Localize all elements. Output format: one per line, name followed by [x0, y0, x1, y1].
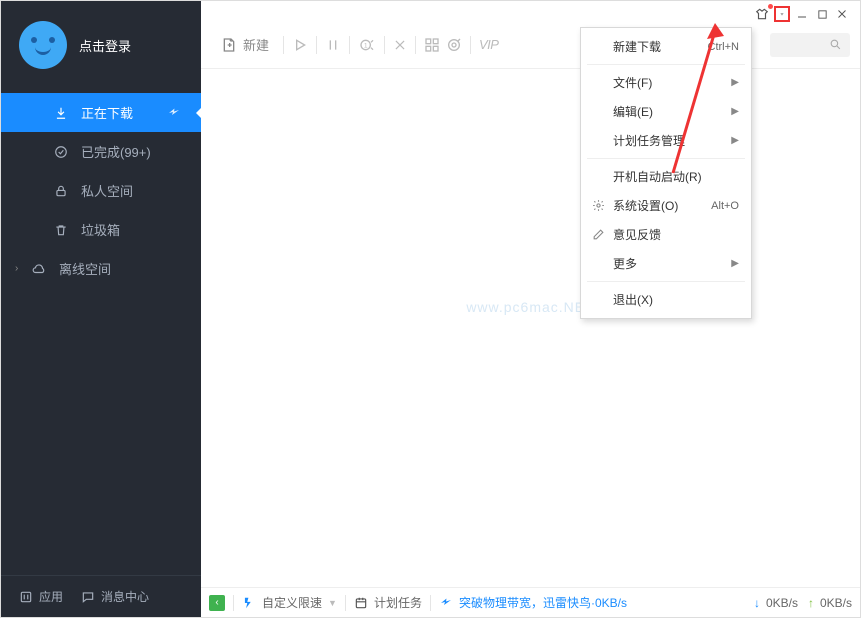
chat-icon — [81, 590, 95, 604]
priority-icon[interactable]: 1 — [358, 37, 376, 53]
menu-item-new-download[interactable]: 新建下载 Ctrl+N — [581, 32, 751, 61]
sidebar-item-label: 离线空间 — [59, 259, 111, 278]
trash-icon — [53, 222, 69, 238]
skin-icon[interactable] — [754, 6, 770, 22]
sidebar-item-label: 已完成(99+) — [81, 142, 151, 161]
download-speed: ↓ 0KB/s — [754, 596, 798, 610]
messages-button[interactable]: 消息中心 — [81, 588, 149, 605]
main-area: 新建 1 VIP www.pc6mac.NET — [201, 1, 860, 617]
swift-icon — [167, 107, 181, 119]
sidebar-bottom: 应用 消息中心 — [1, 575, 201, 617]
menu-item-file[interactable]: 文件(F) ▶ — [581, 68, 751, 97]
delete-icon[interactable] — [393, 38, 407, 52]
titlebar — [201, 1, 860, 27]
sidebar-item-label: 正在下载 — [81, 103, 133, 122]
chevron-right-icon: ▶ — [731, 135, 739, 146]
menu-item-autostart[interactable]: 开机自动启动(R) — [581, 162, 751, 191]
chevron-right-icon: ▶ — [731, 258, 739, 269]
close-button[interactable] — [834, 6, 850, 22]
separator — [283, 36, 284, 54]
sidebar-item-trash[interactable]: 垃圾箱 — [1, 210, 201, 249]
search-icon — [829, 38, 842, 51]
main-menu: 新建下载 Ctrl+N 文件(F) ▶ 编辑(E) ▶ 计划任务管理 ▶ — [580, 27, 752, 319]
sidebar-item-label: 私人空间 — [81, 181, 133, 200]
minimize-button[interactable] — [794, 6, 810, 22]
menu-dropdown-button[interactable] — [774, 6, 790, 22]
status-bar: ‹ 自定义限速 ▼ 计划任务 突破物理带宽，迅雷快 — [201, 587, 860, 617]
search-input[interactable] — [770, 33, 850, 57]
check-circle-icon — [53, 144, 69, 160]
svg-text:1: 1 — [364, 42, 368, 49]
chevron-right-icon: ▶ — [731, 77, 739, 88]
sidebar-item-downloading[interactable]: 正在下载 — [1, 93, 201, 132]
scheduled-tasks-button[interactable]: 计划任务 — [354, 594, 422, 611]
play-icon[interactable] — [292, 37, 308, 53]
lock-icon — [53, 183, 69, 199]
watermark-text: www.pc6mac.NET — [466, 299, 594, 315]
promo-link[interactable]: 突破物理带宽，迅雷快鸟·0KB/s — [439, 594, 627, 611]
chevron-right-icon: › — [15, 263, 18, 274]
status-expand-icon[interactable]: ‹ — [209, 595, 225, 611]
grid-icon[interactable] — [424, 37, 440, 53]
up-arrow-icon: ↑ — [808, 596, 814, 610]
content-area: www.pc6mac.NET — [201, 69, 860, 587]
down-arrow-icon: ↓ — [754, 596, 760, 610]
sidebar-item-completed[interactable]: 已完成(99+) — [1, 132, 201, 171]
apps-label: 应用 — [39, 588, 63, 605]
sidebar-item-offline[interactable]: › 离线空间 — [1, 249, 201, 288]
download-icon — [53, 105, 69, 121]
menu-item-more[interactable]: 更多 ▶ — [581, 249, 751, 278]
user-area[interactable]: 点击登录 — [1, 1, 201, 93]
chevron-right-icon: ▶ — [731, 106, 739, 117]
vip-icon[interactable]: VIP — [479, 37, 498, 52]
new-label: 新建 — [243, 35, 269, 54]
menu-item-settings[interactable]: 系统设置(O) Alt+O — [581, 191, 751, 220]
cloud-icon — [31, 261, 47, 277]
avatar[interactable] — [19, 21, 67, 69]
target-icon[interactable] — [446, 37, 462, 53]
messages-label: 消息中心 — [101, 588, 149, 605]
sidebar-nav: 正在下载 已完成(99+) 私人空间 — [1, 93, 201, 575]
gear-icon — [591, 199, 605, 212]
new-plus-icon — [221, 37, 237, 53]
app-icon — [19, 590, 33, 604]
login-button[interactable]: 点击登录 — [79, 36, 131, 55]
edit-icon — [591, 228, 605, 241]
new-task-button[interactable]: 新建 — [215, 31, 275, 58]
sidebar-item-private[interactable]: 私人空间 — [1, 171, 201, 210]
menu-item-exit[interactable]: 退出(X) — [581, 285, 751, 314]
sidebar-item-label: 垃圾箱 — [81, 220, 120, 239]
chevron-down-icon: ▼ — [328, 598, 337, 608]
swift-icon — [439, 597, 453, 609]
toolbar: 新建 1 VIP — [201, 27, 860, 69]
speed-limit-button[interactable]: 自定义限速 ▼ — [242, 594, 337, 611]
calendar-icon — [354, 596, 368, 610]
upload-speed: ↑ 0KB/s — [808, 596, 852, 610]
speed-icon — [242, 596, 256, 610]
maximize-button[interactable] — [814, 6, 830, 22]
pause-icon[interactable] — [325, 37, 341, 53]
apps-button[interactable]: 应用 — [19, 588, 63, 605]
menu-item-edit[interactable]: 编辑(E) ▶ — [581, 97, 751, 126]
sidebar: 点击登录 正在下载 已完成(99+) — [1, 1, 201, 617]
menu-item-schedule[interactable]: 计划任务管理 ▶ — [581, 126, 751, 155]
menu-item-feedback[interactable]: 意见反馈 — [581, 220, 751, 249]
